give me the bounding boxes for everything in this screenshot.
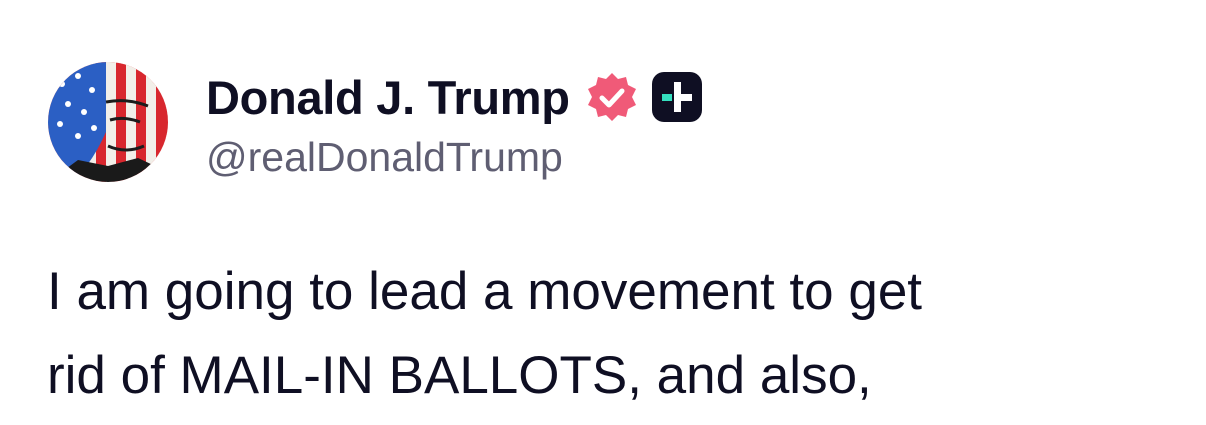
verified-badge-icon — [584, 69, 640, 125]
post-text: I am going to lead a movement to get rid… — [47, 262, 923, 405]
post-header: Donald J. Trump @realDonaldTrump — [48, 62, 1148, 182]
avatar-image — [48, 62, 168, 182]
name-row: Donald J. Trump — [206, 66, 704, 128]
plus-badge-icon — [650, 70, 704, 124]
post-card: Donald J. Trump @realDonaldTrump I am go… — [0, 0, 1206, 425]
author-handle[interactable]: @realDonaldTrump — [206, 134, 704, 181]
author-display-name[interactable]: Donald J. Trump — [206, 70, 570, 125]
avatar[interactable] — [48, 62, 168, 182]
author-identity: Donald J. Trump @realDonaldTrump — [206, 66, 704, 181]
